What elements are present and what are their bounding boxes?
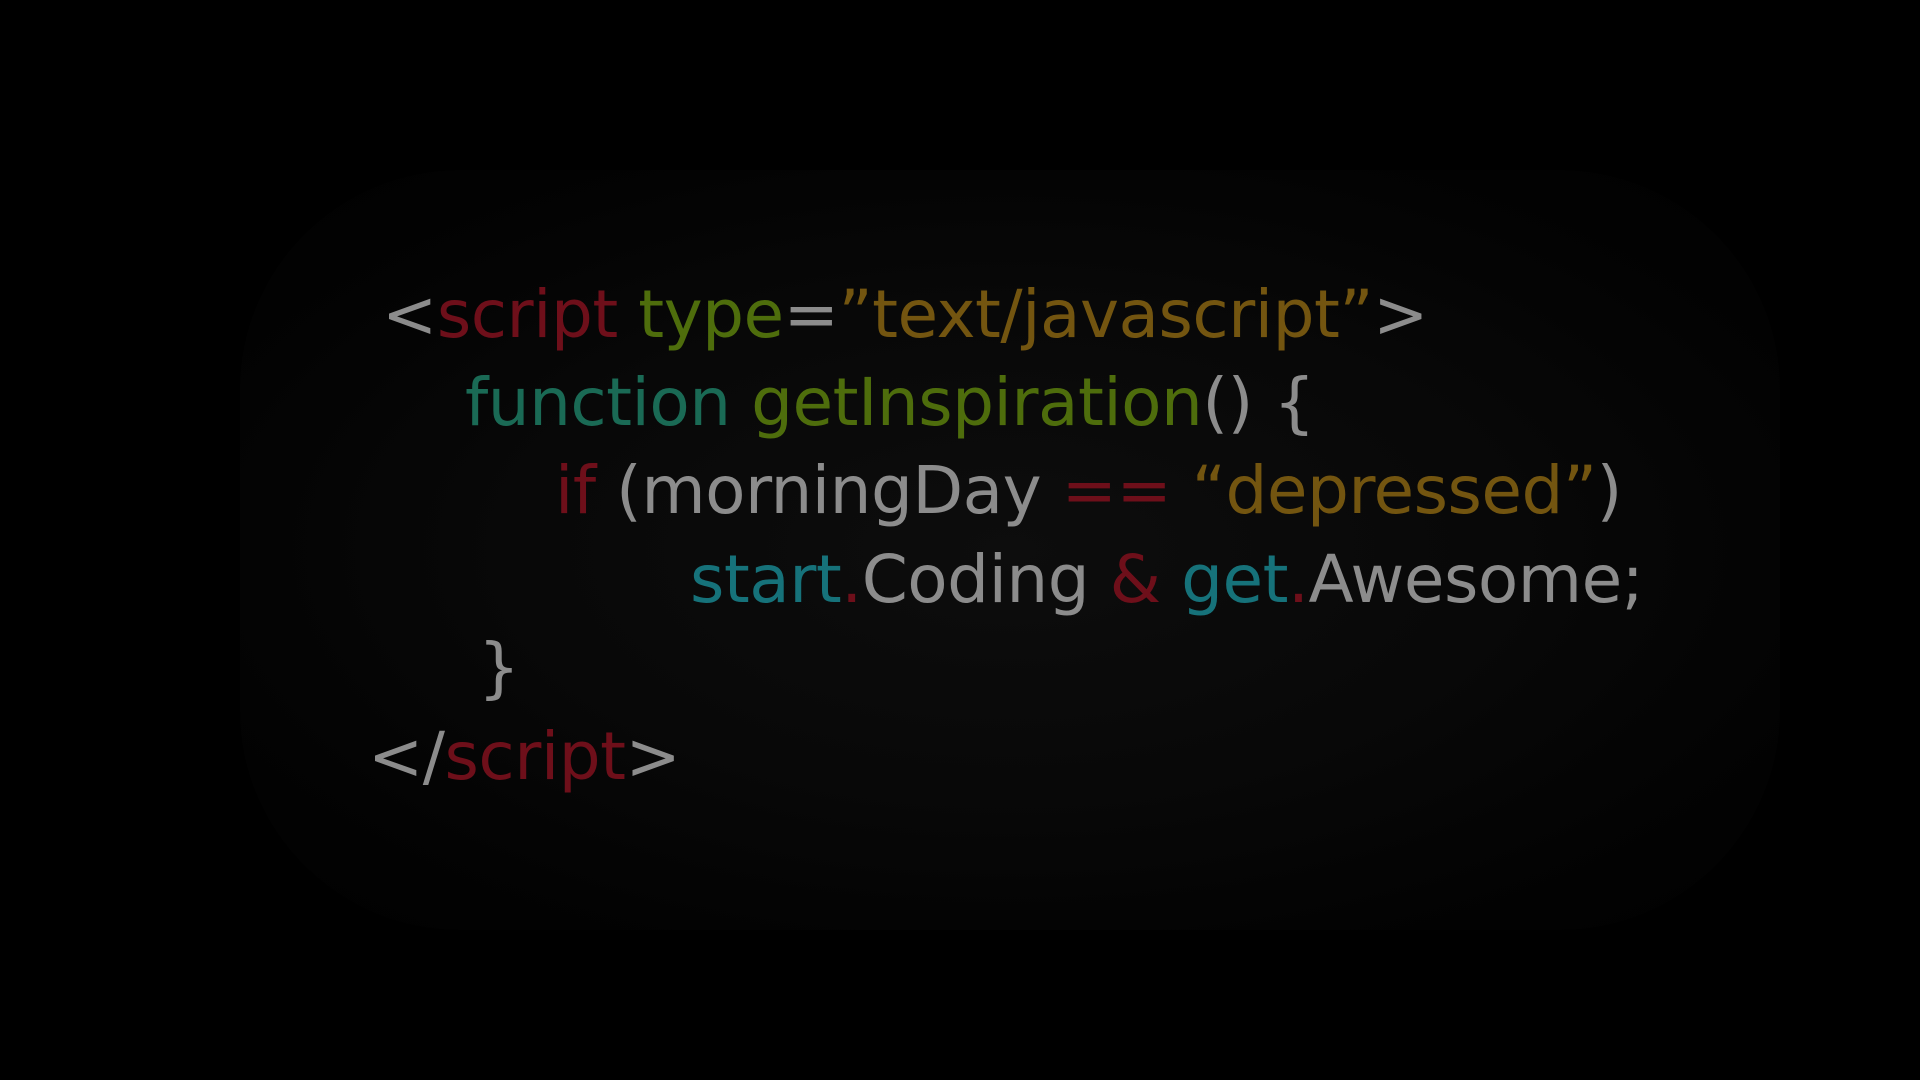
code-line-1: <script type=”text/javascript”> xyxy=(382,275,1428,355)
code-line-6: </script> xyxy=(368,717,681,797)
token-object-get: get xyxy=(1181,541,1288,618)
token-operator-equals: == xyxy=(1061,452,1172,529)
token-gt: > xyxy=(625,718,681,795)
token-parens-brace: () { xyxy=(1202,364,1315,441)
token-tag-script: script xyxy=(444,718,626,795)
token-attr-type: type xyxy=(638,276,784,353)
code-block: <script type=”text/javascript”> function… xyxy=(0,0,1920,1080)
token-gt: > xyxy=(1373,276,1428,353)
token-close-paren: ) xyxy=(1596,452,1623,529)
token-property-awesome: Awesome; xyxy=(1308,541,1644,618)
token-tag-script: script xyxy=(436,276,618,353)
token-close-tag-open: </ xyxy=(368,718,445,795)
token-lt: < xyxy=(382,276,437,353)
token-keyword-function: function xyxy=(465,364,731,441)
token-object-start: start xyxy=(690,541,842,618)
token-dot: . xyxy=(1287,541,1309,618)
token-dot: . xyxy=(841,541,862,618)
code-line-3: if (morningDay == “depressed”) xyxy=(555,451,1622,531)
token-ampersand: & xyxy=(1109,541,1161,618)
token-keyword-if: if xyxy=(555,452,596,529)
token-close-brace: } xyxy=(478,629,520,706)
token-open-paren: ( xyxy=(595,452,642,529)
code-wallpaper: <script type=”text/javascript”> function… xyxy=(0,0,1920,1080)
token-attr-value: ”text/javascript” xyxy=(838,276,1374,353)
token-string-value: “depressed” xyxy=(1191,452,1597,529)
code-line-4: start.Coding & get.Awesome; xyxy=(690,540,1644,620)
code-line-2: function getInspiration() { xyxy=(465,363,1315,443)
token-function-name: getInspiration xyxy=(751,364,1203,441)
token-variable: morningDay xyxy=(641,452,1042,529)
token-property-coding: Coding xyxy=(861,541,1090,618)
code-line-5: } xyxy=(478,628,520,708)
token-eq: = xyxy=(783,276,839,353)
